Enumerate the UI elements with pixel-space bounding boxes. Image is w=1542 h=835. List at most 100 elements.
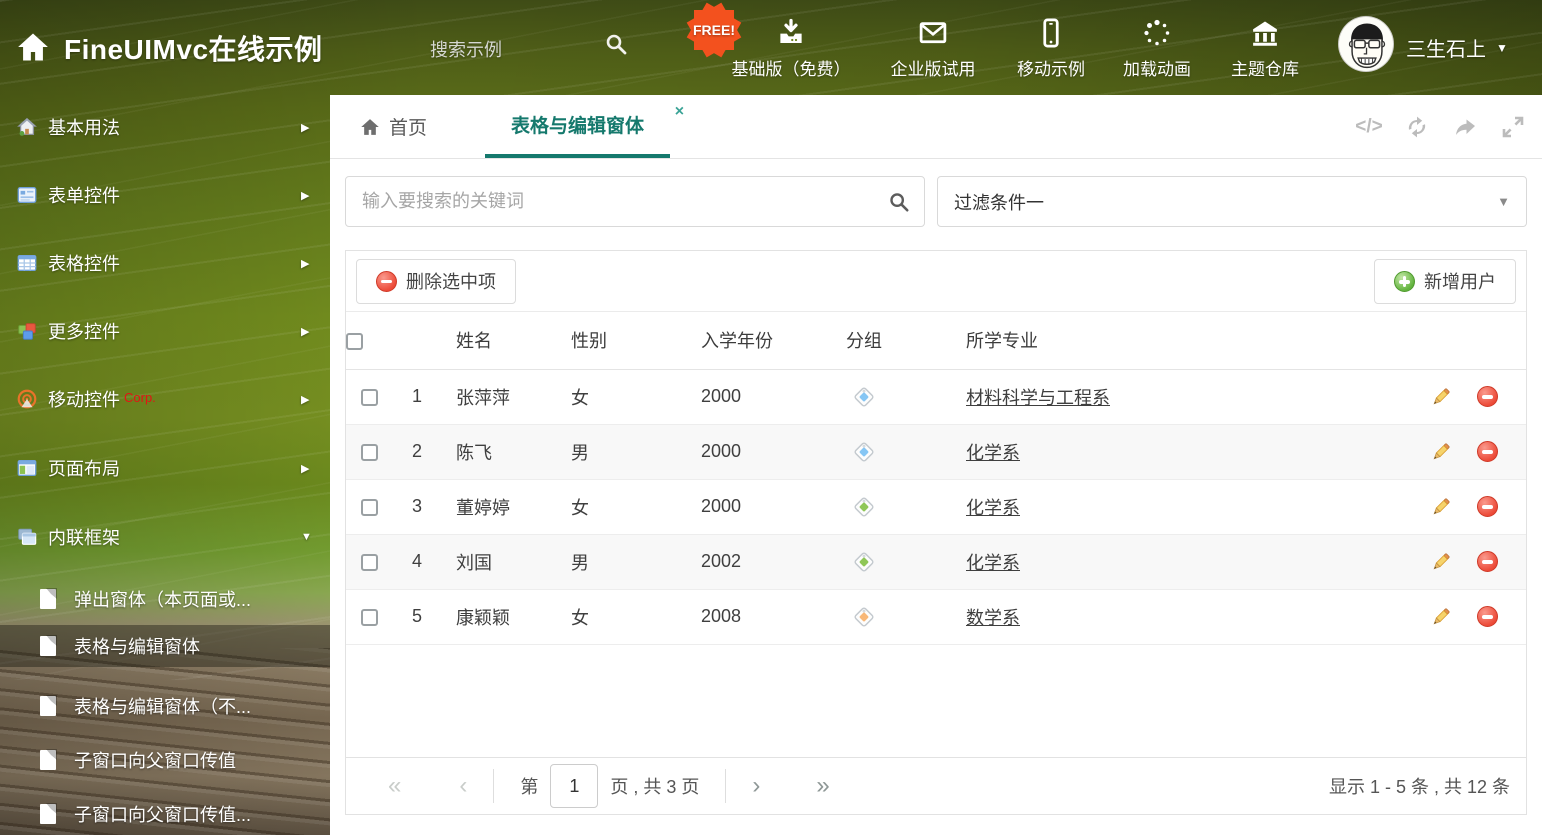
row-year: 2008 bbox=[701, 589, 846, 645]
first-page-button[interactable]: « bbox=[388, 774, 401, 798]
row-year: 2000 bbox=[701, 369, 846, 425]
page: FineUIMvc在线示例 搜索示例 FREE! 基础版（免费） 企业版试用 移… bbox=[0, 0, 1542, 835]
row-name: 康颖颖 bbox=[436, 589, 571, 645]
row-index: 4 bbox=[392, 534, 436, 590]
share-icon[interactable] bbox=[1452, 114, 1478, 140]
sidebar-item-more-controls[interactable]: 更多控件 ▶ bbox=[0, 311, 330, 351]
divider bbox=[493, 769, 495, 803]
sidebar-subitem-grid-edit-window-2[interactable]: 表格与编辑窗体（不... bbox=[0, 685, 330, 727]
source-code-icon[interactable]: </> bbox=[1355, 114, 1382, 140]
avatar[interactable] bbox=[1338, 16, 1394, 72]
tab-bar: 首页 表格与编辑窗体 × </> bbox=[330, 95, 1542, 159]
divider bbox=[725, 769, 727, 803]
add-user-button[interactable]: 新增用户 bbox=[1374, 258, 1516, 304]
sidebar-item-page-layout[interactable]: 页面布局 ▶ bbox=[0, 448, 330, 488]
record-summary: 显示 1 - 5 条 , 共 12 条 bbox=[1328, 777, 1510, 797]
tab-home[interactable]: 首页 bbox=[330, 95, 453, 158]
nav-label: 基础版（免费） bbox=[731, 60, 851, 79]
table-row: 4 刘国 男 2002 化学系 bbox=[346, 534, 1526, 590]
close-icon[interactable]: × bbox=[675, 104, 684, 120]
row-index: 2 bbox=[392, 424, 436, 480]
tab-grid-edit-window[interactable]: 表格与编辑窗体 × bbox=[485, 95, 684, 158]
avatar-cartoon-face bbox=[1348, 23, 1386, 69]
sidebar-item-label: 页面布局 bbox=[48, 459, 120, 479]
row-gender: 女 bbox=[571, 479, 701, 535]
select-all-checkbox[interactable] bbox=[346, 332, 363, 350]
delete-row-icon[interactable] bbox=[1477, 496, 1498, 517]
sidebar-subitem-child-to-parent[interactable]: 子窗口向父窗口传值 bbox=[0, 739, 330, 781]
users-table: 姓名 性别 入学年份 分组 所学专业 1 张萍萍 女 2000 材料科学与工程系… bbox=[346, 312, 1526, 645]
row-name: 陈飞 bbox=[436, 424, 571, 480]
delete-row-icon[interactable] bbox=[1477, 386, 1498, 407]
expand-icon[interactable] bbox=[1500, 114, 1526, 140]
last-page-button[interactable]: » bbox=[816, 774, 829, 798]
search-icon[interactable] bbox=[888, 191, 910, 213]
next-page-button[interactable]: › bbox=[752, 774, 760, 798]
table-body: 1 张萍萍 女 2000 材料科学与工程系 2 陈飞 男 2000 化学系 3 … bbox=[346, 369, 1526, 645]
chevron-right-icon: ▶ bbox=[301, 325, 310, 338]
sidebar-item-label: 表格控件 bbox=[48, 254, 120, 274]
major-link[interactable]: 化学系 bbox=[966, 443, 1020, 463]
header-search-input[interactable]: 搜索示例 bbox=[430, 36, 590, 62]
sidebar-item-form-controls[interactable]: 表单控件 ▶ bbox=[0, 175, 330, 215]
sidebar-subitem-child-to-parent-2[interactable]: 子窗口向父窗口传值... bbox=[0, 793, 330, 835]
column-header-gender[interactable]: 性别 bbox=[571, 312, 701, 370]
column-header-group[interactable]: 分组 bbox=[846, 312, 966, 370]
row-index: 3 bbox=[392, 479, 436, 535]
edit-pencil-icon[interactable] bbox=[1430, 496, 1452, 518]
sidebar-subitem-grid-edit-window[interactable]: 表格与编辑窗体 bbox=[0, 625, 330, 667]
home-logo-icon[interactable] bbox=[16, 30, 50, 64]
major-link[interactable]: 化学系 bbox=[966, 553, 1020, 573]
row-checkbox[interactable] bbox=[360, 388, 378, 406]
sidebar-item-grid-controls[interactable]: 表格控件 ▶ bbox=[0, 243, 330, 283]
sidebar-item-label: 移动控件 Corp. bbox=[48, 390, 156, 410]
nav-item-theme-repo[interactable]: 主题仓库 bbox=[1200, 18, 1330, 80]
row-checkbox[interactable] bbox=[360, 608, 378, 626]
row-index: 1 bbox=[392, 369, 436, 425]
filter-dropdown-value: 过滤条件一 bbox=[954, 192, 1044, 213]
mobile-icon bbox=[1043, 18, 1059, 48]
refresh-icon[interactable] bbox=[1404, 114, 1430, 140]
chevron-right-icon: ▶ bbox=[301, 462, 310, 475]
plus-circle-icon bbox=[1394, 270, 1415, 292]
edit-pencil-icon[interactable] bbox=[1430, 551, 1452, 573]
delete-row-icon[interactable] bbox=[1477, 551, 1498, 572]
column-header-name[interactable]: 姓名 bbox=[436, 312, 571, 370]
row-year: 2002 bbox=[701, 534, 846, 590]
keyword-search-input[interactable] bbox=[346, 177, 924, 226]
prev-page-button[interactable]: ‹ bbox=[459, 774, 467, 798]
sidebar-item-inline-frames[interactable]: 内联框架 ▼ bbox=[0, 517, 330, 557]
filter-dropdown[interactable]: 过滤条件一 ▼ bbox=[937, 176, 1527, 227]
delete-selected-button[interactable]: 删除选中项 bbox=[356, 258, 516, 304]
delete-row-icon[interactable] bbox=[1477, 606, 1498, 627]
edit-pencil-icon[interactable] bbox=[1430, 441, 1452, 463]
edit-pencil-icon[interactable] bbox=[1430, 606, 1452, 628]
view-toolbar: </> bbox=[1355, 95, 1526, 159]
tag-icon bbox=[854, 387, 874, 407]
row-checkbox[interactable] bbox=[360, 553, 378, 571]
delete-selected-label: 删除选中项 bbox=[406, 272, 496, 292]
row-checkbox[interactable] bbox=[360, 443, 378, 461]
column-header-year[interactable]: 入学年份 bbox=[701, 312, 846, 370]
user-name: 三生石上 bbox=[1406, 39, 1486, 61]
sidebar-subitem-popup-window[interactable]: 弹出窗体（本页面或... bbox=[0, 578, 330, 620]
user-menu[interactable]: 三生石上 ▼ bbox=[1406, 33, 1508, 62]
major-link[interactable]: 数学系 bbox=[966, 608, 1020, 628]
column-header-major[interactable]: 所学专业 bbox=[966, 312, 1424, 370]
tag-icon bbox=[854, 497, 874, 517]
home-icon bbox=[361, 118, 379, 135]
row-checkbox[interactable] bbox=[360, 498, 378, 516]
minus-circle-icon bbox=[376, 270, 397, 292]
delete-row-icon[interactable] bbox=[1477, 441, 1498, 462]
major-link[interactable]: 材料科学与工程系 bbox=[966, 388, 1110, 408]
edit-pencil-icon[interactable] bbox=[1430, 386, 1452, 408]
nav-item-enterprise-trial[interactable]: 企业版试用 bbox=[868, 18, 998, 80]
major-link[interactable]: 化学系 bbox=[966, 498, 1020, 518]
nav-item-basic-edition[interactable]: 基础版（免费） bbox=[726, 18, 856, 80]
sidebar-item-mobile-controls[interactable]: 移动控件 Corp. ▶ bbox=[0, 379, 330, 419]
search-icon[interactable] bbox=[604, 32, 628, 56]
sidebar-item-basic-usage[interactable]: 基本用法 ▶ bbox=[0, 107, 330, 147]
tag-icon bbox=[854, 607, 874, 627]
grid-toolbar: 删除选中项 新增用户 bbox=[346, 251, 1526, 312]
page-number-input[interactable] bbox=[550, 764, 599, 808]
